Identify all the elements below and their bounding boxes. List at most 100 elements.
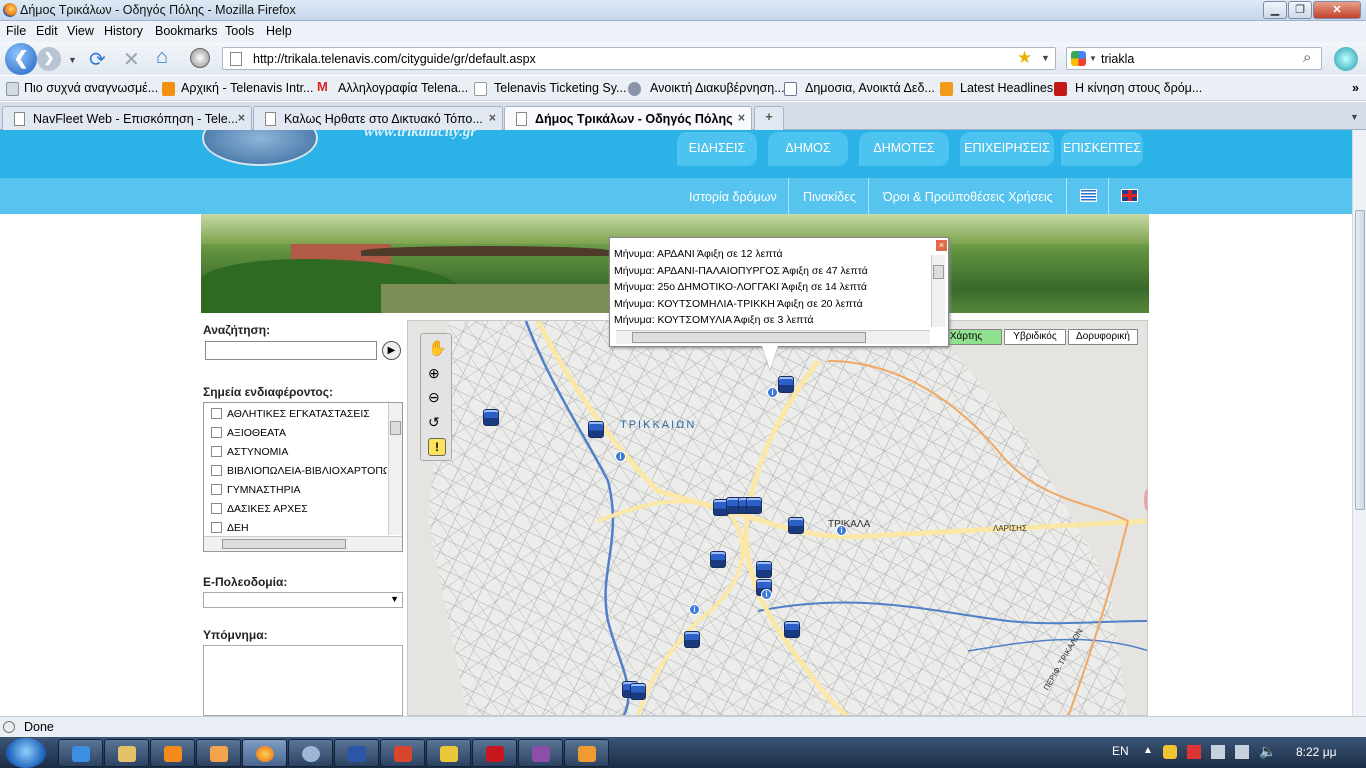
- info-pin-icon[interactable]: i: [615, 451, 626, 462]
- zoom-in-icon[interactable]: ⊕: [428, 365, 440, 382]
- bus-marker-icon[interactable]: [788, 517, 804, 534]
- bus-marker-icon[interactable]: [784, 621, 800, 638]
- poi-item[interactable]: ΓΥΜΝΑΣΤΗΡΙΑ: [211, 484, 301, 496]
- minimize-button[interactable]: ▁: [1263, 1, 1287, 19]
- skype-icon[interactable]: [1334, 47, 1358, 71]
- bookmark-item[interactable]: Αρχική - Telenavis Intr...: [181, 81, 313, 95]
- menu-history[interactable]: History: [104, 24, 143, 38]
- info-pin-icon[interactable]: i: [761, 589, 772, 600]
- map-type-satellite-button[interactable]: Δορυφορική: [1068, 329, 1138, 345]
- tray-app-icon[interactable]: [1163, 745, 1177, 759]
- tray-expand-icon[interactable]: ▲: [1143, 745, 1153, 756]
- tray-volume-icon[interactable]: 🔈: [1259, 743, 1276, 760]
- planning-dropdown[interactable]: ▼: [203, 592, 403, 608]
- clock[interactable]: 8:22 μμ: [1296, 745, 1337, 759]
- nav-municipality[interactable]: ΔΗΜΟΣ: [768, 132, 848, 166]
- zoom-out-icon[interactable]: ⊖: [428, 389, 440, 406]
- menu-view[interactable]: View: [67, 24, 94, 38]
- search-magnifier-icon[interactable]: ⌕: [1303, 49, 1311, 66]
- scrollbar-thumb[interactable]: [1355, 210, 1365, 510]
- popup-close-icon[interactable]: ×: [936, 240, 947, 251]
- checkbox[interactable]: [211, 522, 222, 533]
- close-tab-icon[interactable]: ×: [738, 111, 745, 125]
- bus-marker-icon[interactable]: [588, 421, 604, 438]
- checkbox[interactable]: [211, 465, 222, 476]
- bus-marker-icon[interactable]: [778, 376, 794, 393]
- route-icon[interactable]: ↺: [428, 414, 440, 431]
- menu-bookmarks[interactable]: Bookmarks: [155, 24, 218, 38]
- close-window-button[interactable]: ✕: [1313, 1, 1361, 19]
- bookmark-item[interactable]: Η κίνηση στους δρόμ...: [1075, 81, 1202, 95]
- taskbar-app-red[interactable]: [380, 739, 425, 767]
- info-pin-icon[interactable]: i: [767, 387, 778, 398]
- new-tab-button[interactable]: +: [754, 106, 784, 130]
- tray-network-icon[interactable]: [1235, 745, 1249, 759]
- taskbar-acrobat[interactable]: [472, 739, 517, 767]
- history-dropdown-icon[interactable]: ▼: [68, 55, 77, 65]
- subnav-signs[interactable]: Πινακίδες: [803, 190, 856, 204]
- tab-list-icon[interactable]: ▼: [1350, 112, 1359, 122]
- checkbox[interactable]: [211, 446, 222, 457]
- bookmark-item[interactable]: Πιο συχνά αναγνωσμέ...: [24, 81, 158, 95]
- taskbar-app[interactable]: [196, 739, 241, 767]
- info-pin-icon[interactable]: i: [836, 525, 847, 536]
- address-url[interactable]: http://trikala.telenavis.com/cityguide/g…: [253, 52, 536, 66]
- info-pin-icon[interactable]: i: [689, 604, 700, 615]
- maximize-button[interactable]: ❐: [1288, 1, 1312, 19]
- close-tab-icon[interactable]: ×: [238, 111, 245, 125]
- forward-button[interactable]: ❯: [37, 47, 61, 71]
- tray-flag-icon[interactable]: [1187, 745, 1201, 759]
- bus-marker-icon[interactable]: [483, 409, 499, 426]
- stop-icon[interactable]: ✕: [123, 47, 140, 72]
- nav-citizens[interactable]: ΔΗΜΟΤΕΣ: [859, 132, 949, 166]
- google-engine-icon[interactable]: [1071, 51, 1086, 66]
- menu-help[interactable]: Help: [266, 24, 292, 38]
- poi-horizontal-scrollbar[interactable]: [204, 536, 402, 551]
- bus-marker-icon[interactable]: [684, 631, 700, 648]
- pan-hand-icon[interactable]: ✋: [428, 339, 447, 357]
- taskbar-media-player[interactable]: [150, 739, 195, 767]
- bookmark-item[interactable]: Telenavis Ticketing Sy...: [494, 81, 626, 95]
- taskbar-word[interactable]: [334, 739, 379, 767]
- reload-icon[interactable]: ⟳: [89, 47, 106, 72]
- bookmark-item[interactable]: Δημοσια, Ανοικτά Δεδ...: [805, 81, 935, 95]
- site-logo-text[interactable]: www.trikalacity.gr: [364, 130, 476, 141]
- city-map[interactable]: ΤΡΙΚΚΑΙΩΝ ΤΡΙΚΑΛΑ ΛΑΡΙΣΗΣ ΠΕΡΙΦ. ΤΡΙΚΑΛΩ…: [407, 320, 1148, 716]
- bus-marker-icon[interactable]: [630, 683, 646, 700]
- search-box[interactable]: ▼ triakla ⌕: [1066, 47, 1322, 70]
- tab-navfleet[interactable]: NavFleet Web - Επισκόπηση - Tele... ×: [2, 106, 252, 130]
- input-language[interactable]: EN: [1112, 744, 1129, 758]
- address-bar[interactable]: http://trikala.telenavis.com/cityguide/g…: [222, 47, 1056, 70]
- close-tab-icon[interactable]: ×: [489, 111, 496, 125]
- poi-item[interactable]: ΔΕΗ: [211, 522, 249, 534]
- checkbox[interactable]: [211, 427, 222, 438]
- subnav-street-history[interactable]: Ιστορία δρόμων: [689, 190, 777, 204]
- home-icon[interactable]: ⌂: [156, 46, 168, 69]
- bookmark-item[interactable]: Αλληλογραφία Telena...: [338, 81, 468, 95]
- popup-horizontal-scrollbar[interactable]: [616, 330, 930, 344]
- menu-file[interactable]: File: [6, 24, 26, 38]
- checkbox[interactable]: [211, 503, 222, 514]
- greek-flag-icon[interactable]: [1080, 189, 1097, 202]
- poi-item[interactable]: ΑΞΙΟΘΕΑΤΑ: [211, 427, 286, 439]
- addon-icon[interactable]: [190, 48, 210, 68]
- bookmarks-overflow-icon[interactable]: »: [1352, 81, 1359, 95]
- uk-flag-icon[interactable]: [1121, 189, 1138, 202]
- taskbar-firefox[interactable]: [242, 739, 287, 767]
- nav-news[interactable]: ΕΙΔΗΣΕΙΣ: [677, 132, 757, 166]
- bookmark-item[interactable]: Ανοικτή Διακυβέρνηση...: [650, 81, 785, 95]
- poi-item[interactable]: ΒΙΒΛΙΟΠΩΛΕΙΑ-ΒΙΒΛΙΟΧΑΡΤΟΠΩ: [211, 465, 387, 477]
- search-go-button[interactable]: ▶: [382, 341, 401, 360]
- taskbar-app-purple[interactable]: [518, 739, 563, 767]
- taskbar-app-orange[interactable]: [564, 739, 609, 767]
- alert-icon[interactable]: !: [428, 438, 446, 456]
- taskbar-app-yellow[interactable]: [426, 739, 471, 767]
- nav-visitors[interactable]: ΕΠΙΣΚΕΠΤΕΣ: [1061, 132, 1143, 166]
- poi-vertical-scrollbar[interactable]: [388, 403, 402, 535]
- map-type-hybrid-button[interactable]: Υβριδικός: [1004, 329, 1066, 345]
- bus-marker-icon[interactable]: [710, 551, 726, 568]
- tray-device-icon[interactable]: [1211, 745, 1225, 759]
- bookmark-star-icon[interactable]: ★: [1017, 48, 1032, 68]
- poi-item[interactable]: ΑΘΛΗΤΙΚΕΣ ΕΓΚΑΤΑΣΤΑΣΕΙΣ: [211, 408, 370, 420]
- menu-edit[interactable]: Edit: [36, 24, 58, 38]
